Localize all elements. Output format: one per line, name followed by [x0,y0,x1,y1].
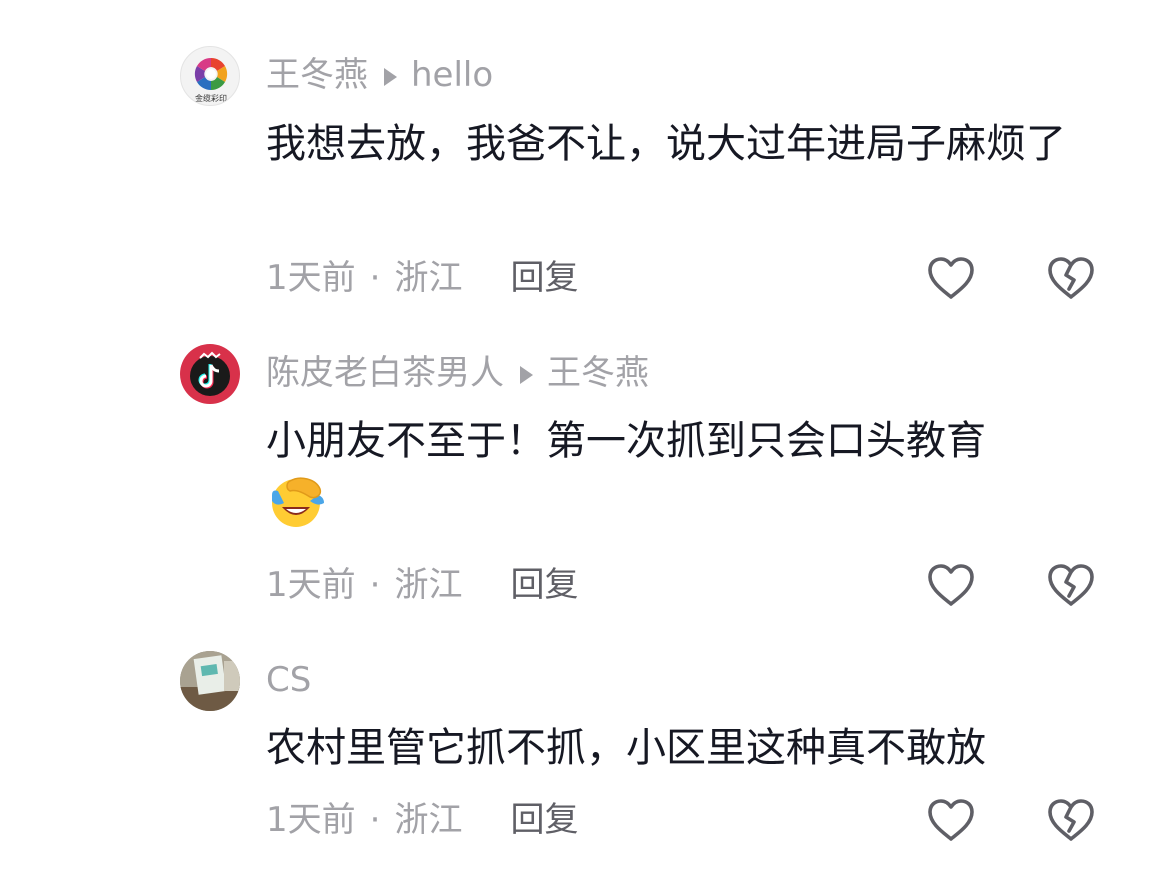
photo-avatar-icon [180,651,240,711]
comment-meta: 1天前 · 浙江 回复 [266,798,578,842]
separator-dot: · [369,800,381,840]
avatar[interactable] [180,651,240,711]
broken-heart-icon [1048,799,1094,841]
heart-outline-icon [928,799,974,841]
reply-button[interactable]: 回复 [510,800,578,840]
comment-time: 1天前 [266,800,356,840]
username-line: CS [266,658,311,702]
like-button[interactable] [926,797,976,845]
username[interactable]: CS [266,660,311,700]
comment-location: 浙江 [394,800,463,840]
comment-text: 农村里管它抓不抓，小区里这种真不敢放 [266,725,986,771]
comment-thread: 金缆彩印 王冬燕 hello 我想去放，我爸不让，说大过年进局子麻烦了 1天前 · 浙… [0,0,1152,878]
comment-item: CS 农村里管它抓不抓，小区里这种真不敢放 1天前 · 浙江 回复 [0,0,1152,878]
dislike-button[interactable] [1046,797,1096,845]
